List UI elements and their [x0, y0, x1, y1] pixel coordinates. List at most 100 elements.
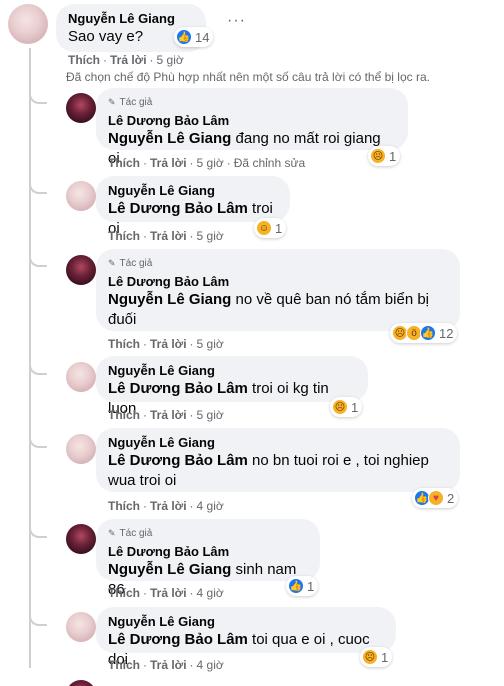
timestamp[interactable]: 5 giờ [197, 156, 224, 170]
mention-link[interactable]: Nguyễn Lê Giang [108, 130, 231, 147]
like-reaction-icon: 👍 [176, 29, 192, 45]
mention-link[interactable]: Lê Dương Bảo Lâm [108, 631, 248, 648]
thread-connector [29, 180, 47, 194]
comment-author[interactable]: Nguyễn Lê Giang [108, 182, 278, 199]
mention-link[interactable]: Lê Dương Bảo Lâm [108, 380, 248, 397]
reaction-summary[interactable]: 👍 ♥ 2 [412, 488, 459, 508]
timestamp[interactable]: 5 giờ [157, 53, 184, 67]
mention-link[interactable]: Lê Dương Bảo Lâm [108, 452, 248, 469]
ellipsis-icon[interactable]: ··· [227, 12, 246, 30]
pen-icon: ✎ [108, 257, 116, 268]
like-button[interactable]: Thích [108, 658, 140, 672]
comment-author[interactable]: Nguyễn Lê Giang [108, 362, 356, 379]
avatar[interactable] [66, 434, 96, 464]
reaction-summary[interactable]: ☹ 1 [368, 146, 401, 166]
like-button[interactable]: Thích [108, 408, 140, 422]
reply-button[interactable]: Trả lời [150, 586, 187, 600]
comment-actions: Thích · Trả lời · 5 giờ [108, 408, 224, 422]
sad-reaction-icon: ☹ [370, 148, 386, 164]
reaction-count: 1 [307, 578, 315, 594]
reaction-count: 1 [351, 399, 359, 415]
haha-reaction-icon: ☺ [256, 220, 272, 236]
reaction-count: 1 [275, 220, 283, 236]
comment-actions: Thích · Trả lời · 5 giờ · Đã chỉnh sửa [108, 156, 306, 170]
thread-connector [29, 253, 47, 267]
comment-text-line2: wua troi oi [108, 472, 177, 489]
avatar[interactable] [66, 362, 96, 392]
reaction-summary[interactable]: 👍 1 [286, 576, 319, 596]
reaction-summary[interactable]: 👍 14 [174, 27, 214, 47]
reply-button[interactable]: Trả lời [150, 658, 187, 672]
timestamp[interactable]: 4 giờ [197, 499, 224, 513]
avatar[interactable] [66, 255, 96, 285]
avatar[interactable] [66, 612, 96, 642]
author-badge: ✎ Tác giả [108, 527, 153, 539]
timestamp[interactable]: 4 giờ [197, 586, 224, 600]
thread-connector [29, 361, 47, 375]
like-button[interactable]: Thích [108, 156, 140, 170]
comment-actions: Thích · Trả lời · 4 giờ [108, 586, 224, 600]
timestamp[interactable]: 5 giờ [197, 229, 224, 243]
author-badge: ✎ Tác giả [108, 257, 153, 269]
care-reaction-icon: ♥ [428, 490, 444, 506]
reply-button[interactable]: Trả lời [150, 337, 187, 351]
mention-link[interactable]: Lê Dương Bảo Lâm [108, 200, 248, 217]
like-button[interactable]: Thích [108, 499, 140, 513]
reply-button[interactable]: Trả lời [150, 408, 187, 422]
avatar[interactable] [66, 680, 96, 686]
filter-note: Đã chọn chế độ Phù hợp nhất nên một số c… [66, 70, 430, 84]
comment-author[interactable]: Lê Dương Bảo Lâm [108, 273, 448, 290]
comment-bubble: Nguyễn Lê Giang Lê Dương Bảo Lâm troi oi… [96, 356, 368, 417]
comment-actions: Thích · Trả lời · 5 giờ [108, 229, 224, 243]
sad-reaction-icon: ☹ [332, 399, 348, 415]
reaction-count: 1 [389, 148, 397, 164]
like-reaction-icon: 👍 [288, 578, 304, 594]
comment-bubble: ✎ Tác giả Lê Dương Bảo Lâm Nguyễn Lê Gian… [96, 88, 408, 167]
reaction-count: 1 [381, 649, 389, 665]
thread-connector [29, 524, 47, 538]
comment-actions: Thích · Trả lời · 4 giờ [108, 658, 224, 672]
reply-button[interactable]: Trả lời [150, 156, 187, 170]
sad-reaction-icon: ☹ [362, 649, 378, 665]
comment-author[interactable]: Lê Dương Bảo Lâm [108, 543, 308, 560]
like-button[interactable]: Thích [108, 229, 140, 243]
like-button[interactable]: Thích [108, 586, 140, 600]
like-button[interactable]: Thích [68, 53, 100, 67]
comment-text: Lê Dương Bảo Lâm no bn tuoi roi e , toi … [108, 452, 429, 469]
reaction-summary[interactable]: ☹ ö 👍 12 [390, 323, 458, 343]
reaction-count: 14 [195, 29, 210, 45]
avatar[interactable] [66, 181, 96, 211]
avatar[interactable] [66, 524, 96, 554]
comment-author[interactable]: Nguyễn Lê Giang [68, 10, 194, 27]
like-reaction-icon: 👍 [420, 325, 436, 341]
reply-button[interactable]: Trả lời [110, 53, 147, 67]
reaction-count: 2 [447, 490, 455, 506]
reply-button[interactable]: Trả lời [150, 229, 187, 243]
thread-connector [29, 612, 47, 626]
comment-text: Nguyễn Lê Giang no về quê ban nó tắm biể… [108, 291, 430, 308]
like-button[interactable]: Thích [108, 337, 140, 351]
timestamp[interactable]: 5 giờ [197, 408, 224, 422]
timestamp[interactable]: 4 giờ [197, 658, 224, 672]
thread-connector [29, 434, 47, 448]
comment-bubble: Nguyễn Lê Giang Lê Dương Bảo Lâm troi oi [96, 176, 290, 237]
reaction-summary[interactable]: ☹ 1 [330, 397, 363, 417]
mention-link[interactable]: Nguyễn Lê Giang [108, 561, 231, 578]
comment-bubble: Nguyễn Lê Giang Lê Dương Bảo Lâm toi qua… [96, 607, 396, 668]
comment-author[interactable]: Lê Dương Bảo Lâm [108, 112, 396, 129]
reaction-summary[interactable]: ☺ 1 [254, 218, 287, 238]
comment-author[interactable]: Nguyễn Lê Giang [108, 613, 384, 630]
reaction-count: 12 [439, 325, 454, 341]
mention-link[interactable]: Nguyễn Lê Giang [108, 291, 231, 308]
reply-button[interactable]: Trả lời [150, 499, 187, 513]
comment-bubble: ✎ Tác giả Lê Dương Bảo Lâm Nguyễn Lê Gian… [96, 519, 320, 598]
comment-author[interactable]: Nguyễn Lê Giang [108, 434, 448, 451]
avatar[interactable] [8, 4, 48, 44]
timestamp[interactable]: 5 giờ [197, 337, 224, 351]
comment-bubble: Nguyễn Lê Giang Lê Dương Bảo Lâm no bn t… [96, 428, 460, 492]
avatar[interactable] [66, 93, 96, 123]
comment-bubble: ✎ Tác giả Lê Dương Bảo Lâm Nguyễn Lê Gian… [96, 249, 460, 331]
pen-icon: ✎ [108, 96, 116, 107]
reaction-summary[interactable]: ☹ 1 [360, 647, 393, 667]
author-badge: ✎ Tác giả [108, 96, 153, 108]
